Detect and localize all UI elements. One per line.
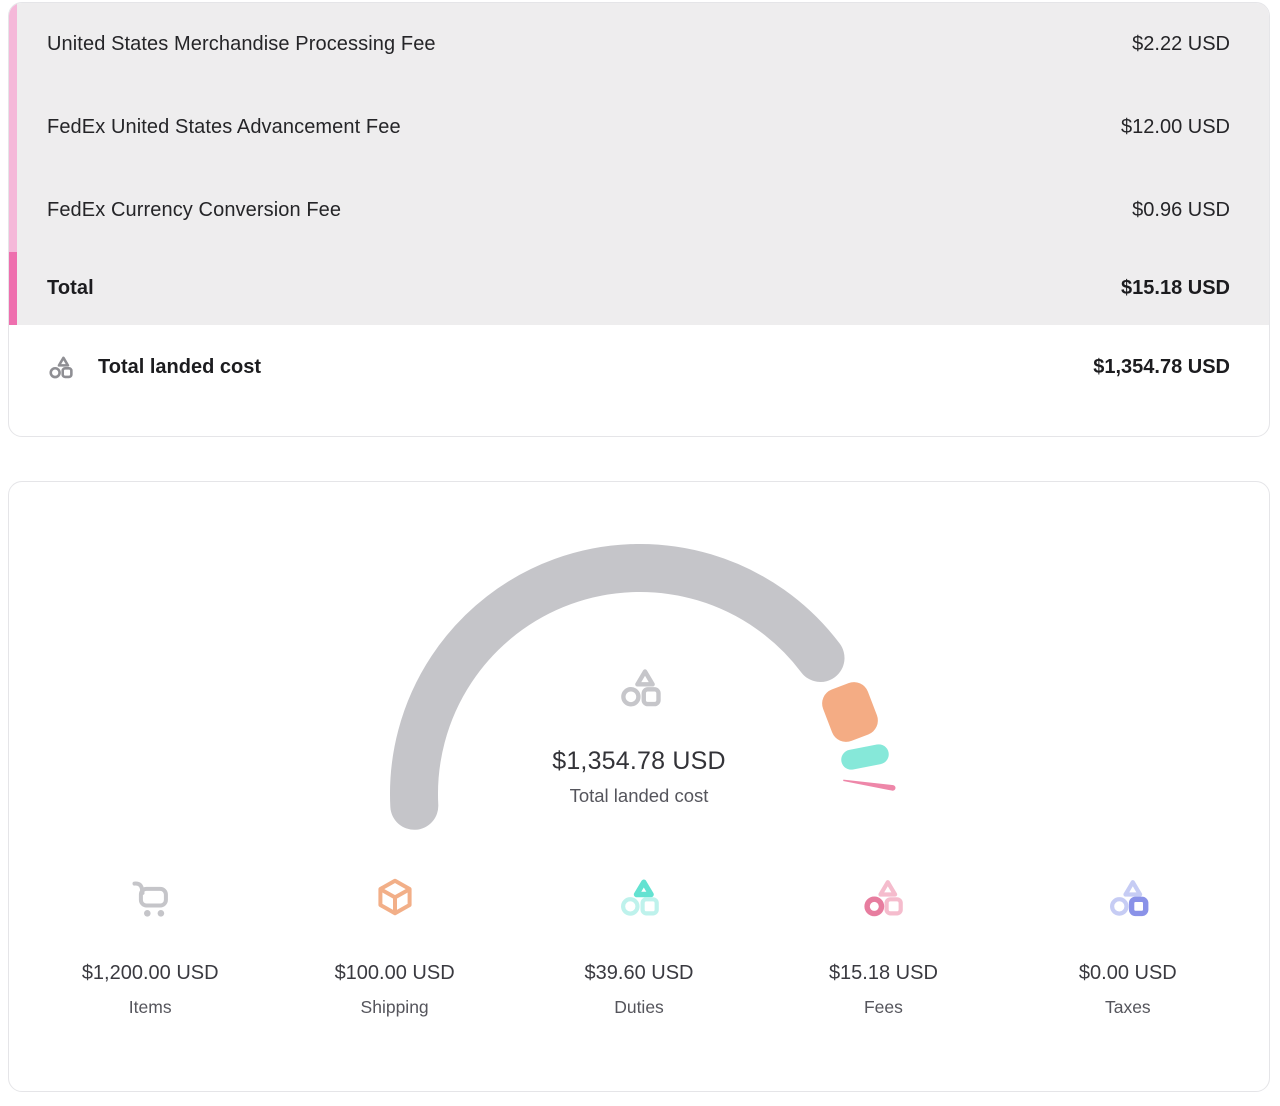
accent-stripe (9, 3, 17, 325)
gauge-total-value: $1,354.78 USD (9, 747, 1269, 776)
summary-label: Items (129, 997, 172, 1018)
accent-stripe-dark (9, 252, 17, 325)
package-icon (373, 876, 417, 920)
gauge-total-label: Total landed cost (9, 785, 1269, 807)
summary-amount: $0.00 USD (1079, 962, 1177, 985)
fee-row-amount: $0.96 USD (1132, 199, 1230, 222)
fee-breakdown-card: United States Merchandise Processing Fee… (8, 2, 1270, 437)
fee-row: FedEx United States Advancement Fee $12.0… (9, 86, 1269, 169)
summary-label: Shipping (361, 997, 429, 1018)
fee-row-label: United States Merchandise Processing Fee (47, 33, 436, 56)
accent-stripe-light (9, 3, 17, 252)
fee-row: United States Merchandise Processing Fee… (9, 3, 1269, 86)
cart-icon (128, 876, 172, 920)
gauge-wrap: $1,354.78 USD Total landed cost $1,200.0… (9, 482, 1269, 1091)
fee-row-amount: $2.22 USD (1132, 33, 1230, 56)
fee-table-rows: United States Merchandise Processing Fee… (9, 3, 1269, 252)
fee-row: FedEx Currency Conversion Fee $0.96 USD (9, 169, 1269, 252)
summary-amount: $39.60 USD (585, 962, 694, 985)
cost-gauge-card: $1,354.78 USD Total landed cost $1,200.0… (8, 481, 1270, 1092)
summary-amount: $1,200.00 USD (82, 962, 219, 985)
summary-col-duties: $39.60 USD Duties (517, 876, 761, 1018)
fee-total-label: Total (47, 277, 94, 300)
summary-amount: $100.00 USD (335, 962, 455, 985)
landed-cost-icon (617, 665, 663, 711)
fee-total-amount: $15.18 USD (1121, 277, 1230, 300)
fee-row-label: FedEx Currency Conversion Fee (47, 199, 341, 222)
duties-shapes-icon (617, 876, 661, 920)
summary-col-taxes: $0.00 USD Taxes (1006, 876, 1250, 1018)
fee-row-label: FedEx United States Advancement Fee (47, 116, 401, 139)
gauge-segment-shipping (818, 678, 883, 747)
total-landed-cost-label: Total landed cost (98, 356, 261, 379)
summary-col-fees: $15.18 USD Fees (761, 876, 1005, 1018)
landed-cost-icon (47, 354, 74, 381)
total-landed-cost-amount: $1,354.78 USD (1093, 356, 1230, 379)
summary-col-items: $1,200.00 USD Items (28, 876, 272, 1018)
fee-total-row: Total $15.18 USD (9, 252, 1269, 325)
fee-table: United States Merchandise Processing Fee… (9, 3, 1269, 325)
summary-label: Duties (614, 997, 664, 1018)
summary-label: Fees (864, 997, 903, 1018)
taxes-shapes-icon (1106, 876, 1150, 920)
summary-label: Taxes (1105, 997, 1151, 1018)
cost-summary-row: $1,200.00 USD Items $100.00 USD Shipping $… (28, 876, 1250, 1018)
fee-row-amount: $12.00 USD (1121, 116, 1230, 139)
fees-shapes-icon (861, 876, 905, 920)
summary-amount: $15.18 USD (829, 962, 938, 985)
summary-col-shipping: $100.00 USD Shipping (272, 876, 516, 1018)
total-landed-cost-row: Total landed cost $1,354.78 USD (9, 325, 1269, 389)
